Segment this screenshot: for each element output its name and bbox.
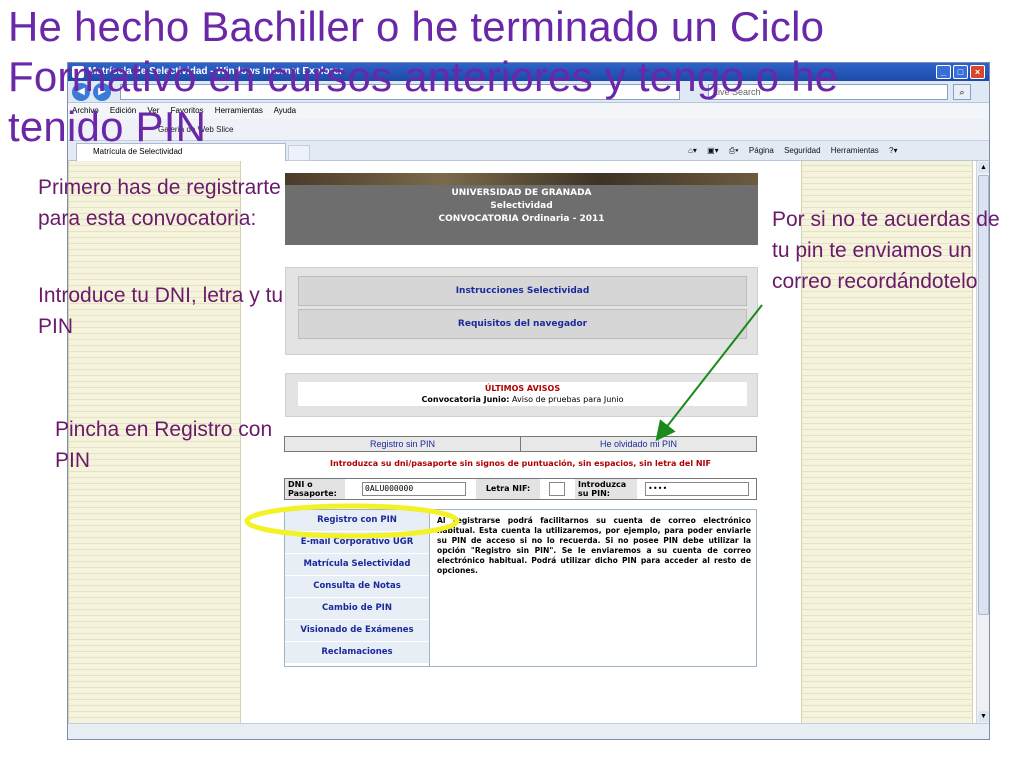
- status-bar: [68, 723, 989, 739]
- login-row: DNI o Pasaporte: 0ALU000000 Letra NIF: I…: [284, 478, 757, 500]
- header-banner-image: [285, 173, 758, 185]
- dni-label: DNI o Pasaporte:: [285, 479, 345, 499]
- avisos-link[interactable]: Aviso de pruebas para Junio: [512, 395, 624, 404]
- menu-email-corporativo[interactable]: E-mail Corporativo UGR: [285, 532, 429, 554]
- menu-matricula[interactable]: Matrícula Selectividad: [285, 554, 429, 576]
- scroll-up-icon[interactable]: ▲: [978, 162, 989, 173]
- pin-tabs: Registro sin PIN He olvidado mi PIN: [284, 436, 757, 452]
- menu-visionado-examenes[interactable]: Visionado de Exámenes: [285, 620, 429, 642]
- instrucciones-link[interactable]: Instrucciones Selectividad: [298, 276, 747, 306]
- ugr-header: UNIVERSIDAD DE GRANADA Selectividad CONV…: [285, 173, 758, 245]
- options-table: Registro con PIN E-mail Corporativo UGR …: [284, 509, 757, 667]
- pin-label: Introduzca su PIN:: [575, 479, 637, 499]
- scroll-down-icon[interactable]: ▼: [978, 711, 989, 722]
- header-convocatoria: CONVOCATORIA Ordinaria - 2011: [438, 214, 605, 224]
- note-pincha: Pincha en Registro con PIN: [55, 418, 273, 472]
- maximize-button[interactable]: □: [953, 65, 968, 79]
- search-icon[interactable]: ⌕: [953, 84, 971, 100]
- dni-instruction: Introduzca su dni/pasaporte sin signos d…: [330, 459, 711, 468]
- slide-title: He hecho Bachiller o he terminado un Cic…: [8, 3, 839, 150]
- pin-input[interactable]: ••••: [645, 482, 749, 496]
- note-introduce: Introduce tu DNI, letra y tu PIN: [38, 284, 284, 338]
- options-menu: Registro con PIN E-mail Corporativo UGR …: [285, 510, 430, 666]
- avisos-line: Convocatoria Junio: Aviso de pruebas par…: [298, 394, 747, 405]
- menu-registro-con-pin[interactable]: Registro con PIN: [285, 510, 429, 532]
- header-selectividad: Selectividad: [490, 201, 553, 211]
- menu-cambio-pin[interactable]: Cambio de PIN: [285, 598, 429, 620]
- registro-sin-pin-tab[interactable]: Registro sin PIN: [285, 437, 521, 451]
- menu-consulta-notas[interactable]: Consulta de Notas: [285, 576, 429, 598]
- registro-description: Al registrarse podrá facilitarnos su cue…: [437, 516, 751, 575]
- nif-input[interactable]: [549, 482, 565, 496]
- header-university: UNIVERSIDAD DE GRANADA: [451, 188, 592, 198]
- note-registrarte: Primero has de registrarte para esta con…: [38, 176, 281, 230]
- close-button[interactable]: ×: [970, 65, 985, 79]
- avisos-panel: ÚLTIMOS AVISOS Convocatoria Junio: Aviso…: [285, 373, 758, 417]
- links-panel: Instrucciones Selectividad Requisitos de…: [285, 267, 758, 355]
- menu-reclamaciones[interactable]: Reclamaciones: [285, 642, 429, 664]
- avisos-content: ÚLTIMOS AVISOS Convocatoria Junio: Aviso…: [298, 382, 747, 406]
- dni-input[interactable]: 0ALU000000: [362, 482, 466, 496]
- olvidado-pin-tab[interactable]: He olvidado mi PIN: [521, 437, 756, 451]
- requisitos-link[interactable]: Requisitos del navegador: [298, 309, 747, 339]
- avisos-title: ÚLTIMOS AVISOS: [484, 384, 561, 393]
- nif-label: Letra NIF:: [476, 479, 540, 499]
- avisos-label: Convocatoria Junio:: [421, 395, 510, 404]
- note-olvido-pin: Por si no te acuerdas de tu pin te envia…: [772, 208, 1000, 293]
